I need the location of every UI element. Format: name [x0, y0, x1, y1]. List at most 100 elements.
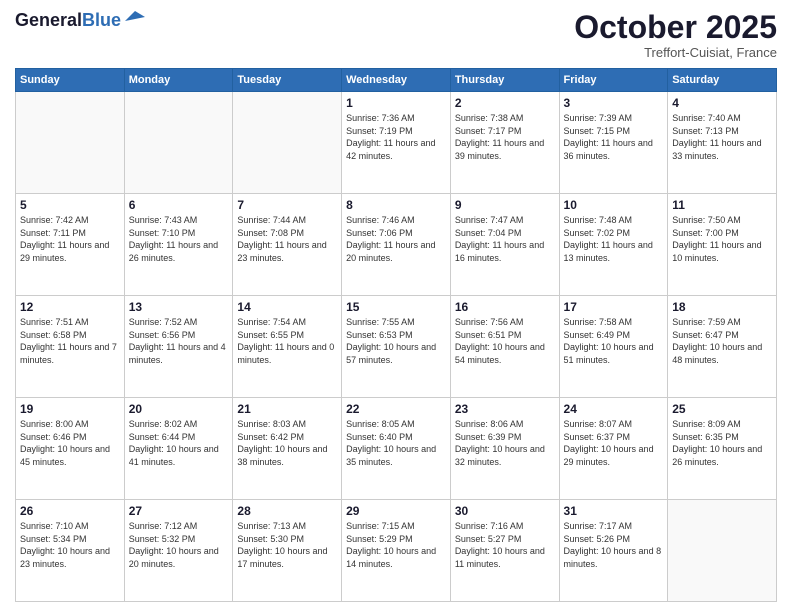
week-row-4: 19 Sunrise: 8:00 AM Sunset: 6:46 PM Dayli… [16, 398, 777, 500]
calendar-cell: 7Sunrise: 7:44 AM Sunset: 7:08 PM Daylig… [233, 194, 342, 296]
day-number: 6 [129, 198, 229, 212]
header: GeneralBlue October 2025 Treffort-Cuisia… [15, 10, 777, 60]
calendar-cell: 17 Sunrise: 7:58 AM Sunset: 6:49 PM Dayli… [559, 296, 668, 398]
day-number: 24 [564, 402, 664, 416]
logo: GeneralBlue [15, 10, 145, 31]
day-info: Sunrise: 7:15 AM Sunset: 5:29 PM Dayligh… [346, 520, 446, 570]
calendar-cell: 29 Sunrise: 7:15 AM Sunset: 5:29 PM Dayli… [342, 500, 451, 602]
weekday-header-wednesday: Wednesday [342, 69, 451, 92]
day-number: 13 [129, 300, 229, 314]
calendar-cell: 25 Sunrise: 8:09 AM Sunset: 6:35 PM Dayli… [668, 398, 777, 500]
calendar-cell: 27Sunrise: 7:12 AM Sunset: 5:32 PM Dayli… [124, 500, 233, 602]
day-number: 12 [20, 300, 120, 314]
calendar-cell: 20Sunrise: 8:02 AM Sunset: 6:44 PM Dayli… [124, 398, 233, 500]
day-number: 22 [346, 402, 446, 416]
day-info: Sunrise: 7:58 AM Sunset: 6:49 PM Dayligh… [564, 316, 664, 366]
day-number: 20 [129, 402, 229, 416]
day-number: 29 [346, 504, 446, 518]
calendar-cell: 2 Sunrise: 7:38 AM Sunset: 7:17 PM Daylig… [450, 92, 559, 194]
day-info: Sunrise: 7:16 AM Sunset: 5:27 PM Dayligh… [455, 520, 555, 570]
calendar-cell: 22 Sunrise: 8:05 AM Sunset: 6:40 PM Dayli… [342, 398, 451, 500]
week-row-2: 5 Sunrise: 7:42 AM Sunset: 7:11 PM Daylig… [16, 194, 777, 296]
calendar-cell: 1Sunrise: 7:36 AM Sunset: 7:19 PM Daylig… [342, 92, 451, 194]
day-info: Sunrise: 7:42 AM Sunset: 7:11 PM Dayligh… [20, 214, 120, 264]
day-info: Sunrise: 8:06 AM Sunset: 6:39 PM Dayligh… [455, 418, 555, 468]
day-info: Sunrise: 7:13 AM Sunset: 5:30 PM Dayligh… [237, 520, 337, 570]
calendar-cell: 3Sunrise: 7:39 AM Sunset: 7:15 PM Daylig… [559, 92, 668, 194]
calendar-cell: 5 Sunrise: 7:42 AM Sunset: 7:11 PM Daylig… [16, 194, 125, 296]
day-number: 30 [455, 504, 555, 518]
day-number: 18 [672, 300, 772, 314]
calendar-cell: 11 Sunrise: 7:50 AM Sunset: 7:00 PM Dayli… [668, 194, 777, 296]
day-info: Sunrise: 7:44 AM Sunset: 7:08 PM Dayligh… [237, 214, 337, 264]
day-info: Sunrise: 8:05 AM Sunset: 6:40 PM Dayligh… [346, 418, 446, 468]
week-row-5: 26 Sunrise: 7:10 AM Sunset: 5:34 PM Dayli… [16, 500, 777, 602]
day-info: Sunrise: 7:10 AM Sunset: 5:34 PM Dayligh… [20, 520, 120, 570]
day-info: Sunrise: 7:50 AM Sunset: 7:00 PM Dayligh… [672, 214, 772, 264]
weekday-header-friday: Friday [559, 69, 668, 92]
day-info: Sunrise: 7:54 AM Sunset: 6:55 PM Dayligh… [237, 316, 337, 366]
day-info: Sunrise: 7:55 AM Sunset: 6:53 PM Dayligh… [346, 316, 446, 366]
weekday-header-row: SundayMondayTuesdayWednesdayThursdayFrid… [16, 69, 777, 92]
week-row-1: 1Sunrise: 7:36 AM Sunset: 7:19 PM Daylig… [16, 92, 777, 194]
calendar-cell: 30 Sunrise: 7:16 AM Sunset: 5:27 PM Dayli… [450, 500, 559, 602]
page: GeneralBlue October 2025 Treffort-Cuisia… [0, 0, 792, 612]
title-block: October 2025 Treffort-Cuisiat, France [574, 10, 777, 60]
day-number: 26 [20, 504, 120, 518]
calendar-cell: 4 Sunrise: 7:40 AM Sunset: 7:13 PM Daylig… [668, 92, 777, 194]
day-info: Sunrise: 7:52 AM Sunset: 6:56 PM Dayligh… [129, 316, 229, 366]
day-info: Sunrise: 7:47 AM Sunset: 7:04 PM Dayligh… [455, 214, 555, 264]
day-number: 17 [564, 300, 664, 314]
logo-icon [123, 9, 145, 23]
calendar-cell [233, 92, 342, 194]
weekday-header-saturday: Saturday [668, 69, 777, 92]
day-number: 31 [564, 504, 664, 518]
weekday-header-monday: Monday [124, 69, 233, 92]
day-info: Sunrise: 7:38 AM Sunset: 7:17 PM Dayligh… [455, 112, 555, 162]
day-info: Sunrise: 7:51 AM Sunset: 6:58 PM Dayligh… [20, 316, 120, 366]
day-info: Sunrise: 7:59 AM Sunset: 6:47 PM Dayligh… [672, 316, 772, 366]
day-number: 9 [455, 198, 555, 212]
day-number: 15 [346, 300, 446, 314]
day-info: Sunrise: 7:48 AM Sunset: 7:02 PM Dayligh… [564, 214, 664, 264]
day-number: 27 [129, 504, 229, 518]
day-info: Sunrise: 8:00 AM Sunset: 6:46 PM Dayligh… [20, 418, 120, 468]
calendar-cell: 31Sunrise: 7:17 AM Sunset: 5:26 PM Dayli… [559, 500, 668, 602]
day-number: 19 [20, 402, 120, 416]
calendar-cell: 23 Sunrise: 8:06 AM Sunset: 6:39 PM Dayli… [450, 398, 559, 500]
calendar-table: SundayMondayTuesdayWednesdayThursdayFrid… [15, 68, 777, 602]
calendar-cell: 6Sunrise: 7:43 AM Sunset: 7:10 PM Daylig… [124, 194, 233, 296]
day-number: 25 [672, 402, 772, 416]
calendar-cell [124, 92, 233, 194]
day-number: 5 [20, 198, 120, 212]
calendar-cell: 26 Sunrise: 7:10 AM Sunset: 5:34 PM Dayli… [16, 500, 125, 602]
day-number: 11 [672, 198, 772, 212]
day-info: Sunrise: 7:56 AM Sunset: 6:51 PM Dayligh… [455, 316, 555, 366]
calendar-cell: 28Sunrise: 7:13 AM Sunset: 5:30 PM Dayli… [233, 500, 342, 602]
weekday-header-tuesday: Tuesday [233, 69, 342, 92]
calendar-cell: 9 Sunrise: 7:47 AM Sunset: 7:04 PM Daylig… [450, 194, 559, 296]
logo-blue: Blue [82, 10, 121, 30]
day-info: Sunrise: 7:46 AM Sunset: 7:06 PM Dayligh… [346, 214, 446, 264]
day-number: 14 [237, 300, 337, 314]
logo-general: General [15, 10, 82, 30]
day-info: Sunrise: 8:07 AM Sunset: 6:37 PM Dayligh… [564, 418, 664, 468]
month-title: October 2025 [574, 10, 777, 45]
calendar-cell [16, 92, 125, 194]
day-info: Sunrise: 8:09 AM Sunset: 6:35 PM Dayligh… [672, 418, 772, 468]
calendar-cell: 16Sunrise: 7:56 AM Sunset: 6:51 PM Dayli… [450, 296, 559, 398]
calendar-cell: 8Sunrise: 7:46 AM Sunset: 7:06 PM Daylig… [342, 194, 451, 296]
weekday-header-thursday: Thursday [450, 69, 559, 92]
weekday-header-sunday: Sunday [16, 69, 125, 92]
day-info: Sunrise: 8:03 AM Sunset: 6:42 PM Dayligh… [237, 418, 337, 468]
calendar-cell: 14 Sunrise: 7:54 AM Sunset: 6:55 PM Dayli… [233, 296, 342, 398]
calendar-cell: 24 Sunrise: 8:07 AM Sunset: 6:37 PM Dayli… [559, 398, 668, 500]
calendar-cell: 10Sunrise: 7:48 AM Sunset: 7:02 PM Dayli… [559, 194, 668, 296]
day-number: 23 [455, 402, 555, 416]
day-info: Sunrise: 7:40 AM Sunset: 7:13 PM Dayligh… [672, 112, 772, 162]
week-row-3: 12 Sunrise: 7:51 AM Sunset: 6:58 PM Dayli… [16, 296, 777, 398]
calendar-cell: 21Sunrise: 8:03 AM Sunset: 6:42 PM Dayli… [233, 398, 342, 500]
day-info: Sunrise: 7:39 AM Sunset: 7:15 PM Dayligh… [564, 112, 664, 162]
day-number: 2 [455, 96, 555, 110]
day-number: 4 [672, 96, 772, 110]
